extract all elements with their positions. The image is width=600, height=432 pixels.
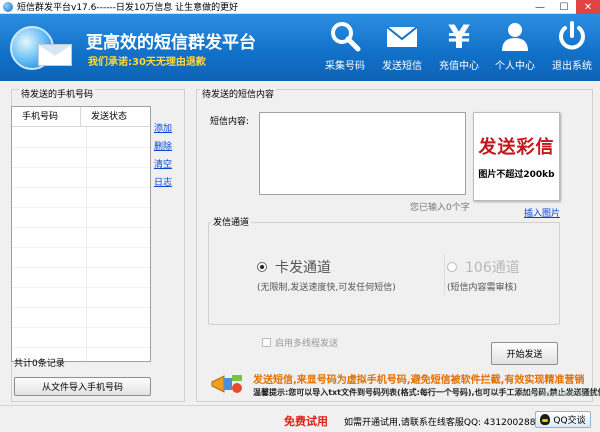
column-divider xyxy=(86,127,87,361)
channel-name: 卡发通道 xyxy=(275,260,331,276)
nav-label: 采集号码 xyxy=(325,61,365,72)
sms-content-input[interactable] xyxy=(259,112,466,195)
phone-group-legend: 待发送的手机号码 xyxy=(19,87,96,100)
start-send-button[interactable]: 开始发送 xyxy=(491,342,558,365)
channel-group: 发信通道 卡发通道 (无限制,发送速度快,可发任何短信) 106通道 (短信内容… xyxy=(208,215,560,325)
mms-preview-hint: 图片不超过200kb xyxy=(478,170,555,180)
nav-label: 个人中心 xyxy=(495,61,535,72)
multithread-checkbox[interactable] xyxy=(262,338,271,347)
nav-label: 充值中心 xyxy=(439,61,479,72)
search-icon xyxy=(331,22,361,52)
insert-image-link[interactable]: 插入图片 xyxy=(524,206,560,219)
multithread-option[interactable]: 启用多线程发送 xyxy=(262,336,338,349)
row-divider xyxy=(12,247,150,248)
row-divider xyxy=(12,307,150,308)
phone-actions: 添加 删除 清空 日志 xyxy=(154,120,172,192)
row-divider xyxy=(12,267,150,268)
row-divider xyxy=(12,187,150,188)
multithread-label: 启用多线程发送 xyxy=(275,339,339,349)
phone-table-header: 手机号码 发送状态 xyxy=(12,107,150,127)
app-icon xyxy=(3,1,13,12)
notice-headline: 发送短信,来显号码为虚拟手机号码,避免短信被软件拦截,有效实现精准营销 xyxy=(253,375,585,386)
radio-106-channel[interactable] xyxy=(447,262,457,272)
row-divider xyxy=(12,287,150,288)
mms-image-preview[interactable]: 发送彩信 图片不超过200kb xyxy=(473,112,560,201)
record-count: 共计0条记录 xyxy=(14,359,65,369)
qq-chat-button[interactable]: QQ交谈 xyxy=(535,411,591,428)
nav-personal-center[interactable]: 个人中心 xyxy=(487,14,543,81)
channel-name: 106通道 xyxy=(465,260,520,276)
row-divider xyxy=(12,167,150,168)
maximize-button[interactable]: ☐ xyxy=(552,0,576,14)
envelope-icon xyxy=(386,26,418,47)
row-divider xyxy=(12,227,150,228)
channel-desc: (短信内容需审核) xyxy=(447,283,518,293)
add-link[interactable]: 添加 xyxy=(154,120,172,138)
row-divider xyxy=(12,207,150,208)
envelope-logo-icon xyxy=(38,44,72,66)
power-icon xyxy=(559,21,585,50)
window-controls: — ☐ ✕ xyxy=(528,0,600,14)
channel-card[interactable]: 卡发通道 (无限制,发送速度快,可发任何短信) xyxy=(257,257,396,293)
delete-link[interactable]: 删除 xyxy=(154,138,172,156)
free-trial-label: 免费试用 xyxy=(284,415,328,428)
char-count: 您已输入0个字 xyxy=(410,203,470,213)
channel-106[interactable]: 106通道 (短信内容需审核) xyxy=(447,257,520,293)
content-label: 短信内容: xyxy=(210,117,250,127)
row-divider xyxy=(12,347,150,348)
mms-preview-title: 发送彩信 xyxy=(478,137,555,158)
column-phone-number[interactable]: 手机号码 xyxy=(12,107,82,126)
clear-link[interactable]: 清空 xyxy=(154,156,172,174)
channel-divider xyxy=(444,255,445,295)
qq-chat-label: QQ交谈 xyxy=(553,416,586,426)
nav-recharge-center[interactable]: ¥ 充值中心 xyxy=(431,14,487,81)
qq-icon xyxy=(540,414,551,425)
title-bar: 短信群发平台v17.6------日发10万信息 让生意做的更好 — ☐ ✕ xyxy=(0,0,600,14)
minimize-button[interactable]: — xyxy=(528,0,552,14)
radio-card-channel[interactable] xyxy=(257,262,267,272)
user-icon xyxy=(502,23,528,51)
nav-collect-numbers[interactable]: 采集号码 xyxy=(317,14,373,81)
channel-desc: (无限制,发送速度快,可发任何短信) xyxy=(257,283,396,293)
row-divider xyxy=(12,327,150,328)
channel-group-legend: 发信通道 xyxy=(211,215,252,228)
contact-text: 如需开通试用,请联系在线客服QQ: 431200288 xyxy=(344,418,536,428)
status-bar: 免费试用 如需开通试用,请联系在线客服QQ: 431200288 QQ交谈 xyxy=(0,405,600,432)
nav-label: 退出系统 xyxy=(552,61,592,72)
svg-text:¥: ¥ xyxy=(448,19,470,53)
nav-label: 发送短信 xyxy=(382,61,422,72)
yen-icon: ¥ xyxy=(448,19,470,53)
content-group-legend: 待发送的短信内容 xyxy=(200,87,277,100)
megaphone-icon xyxy=(211,375,242,393)
phone-table[interactable]: 手机号码 发送状态 xyxy=(11,106,151,362)
refund-promise: 我们承诺:30天无理由退款 xyxy=(88,57,206,68)
window-title: 短信群发平台v17.6------日发10万信息 让生意做的更好 xyxy=(17,3,239,13)
nav-exit-system[interactable]: 退出系统 xyxy=(544,14,600,81)
column-send-status[interactable]: 发送状态 xyxy=(81,107,150,126)
import-from-file-button[interactable]: 从文件导入手机号码 xyxy=(14,377,151,396)
row-divider xyxy=(12,147,150,148)
header-banner: 更高效的短信群发平台 我们承诺:30天无理由退款 采集号码 发送短信 ¥ 充值中… xyxy=(0,14,600,81)
nav-send-sms[interactable]: 发送短信 xyxy=(374,14,430,81)
close-button[interactable]: ✕ xyxy=(576,0,600,14)
header-slogan: 更高效的短信群发平台 xyxy=(86,33,256,53)
log-link[interactable]: 日志 xyxy=(154,174,172,192)
watermark: www.downxia.com xyxy=(520,389,595,398)
